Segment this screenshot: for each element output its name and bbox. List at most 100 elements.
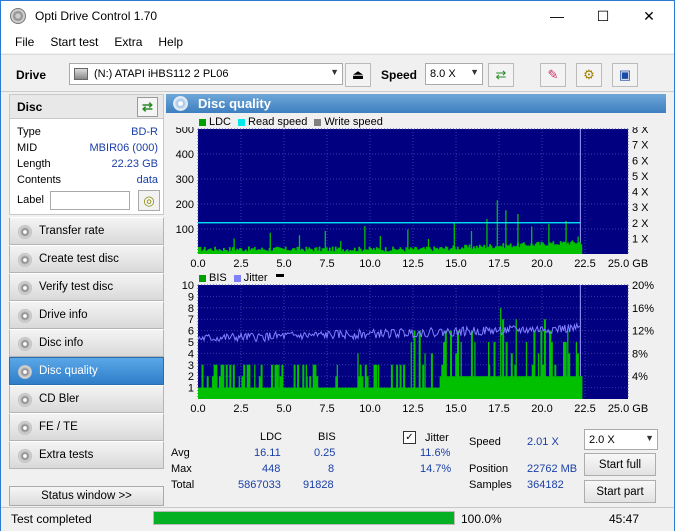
erase-button[interactable]: ✎ bbox=[540, 63, 566, 87]
position-value: 22762 MB bbox=[527, 463, 578, 475]
x-tick-label: 10.0 bbox=[359, 258, 380, 270]
refresh-disc-button[interactable]: ⇄ bbox=[137, 97, 158, 117]
disc-label-input[interactable] bbox=[50, 191, 130, 210]
nav-label: Disc quality bbox=[39, 365, 98, 377]
nav-fe-te[interactable]: FE / TE bbox=[9, 413, 164, 441]
nav-disc-info[interactable]: Disc info bbox=[9, 329, 164, 357]
nav-label: FE / TE bbox=[39, 421, 78, 433]
menu-bar: File Start test Extra Help bbox=[1, 31, 674, 53]
y-tick-label: 100 bbox=[176, 224, 194, 236]
disc-contents-key: Contents bbox=[17, 174, 62, 186]
drive-select[interactable]: (N:) ATAPI iHBS112 2 PL06 ▼ bbox=[69, 63, 343, 85]
x-tick-label: 22.5 bbox=[574, 258, 595, 270]
x-tick-label: 12.5 bbox=[402, 403, 423, 415]
disc-panel-title: Disc bbox=[17, 99, 43, 114]
app-window: Opti Drive Control 1.70 — ☐ ✕ File Start… bbox=[0, 0, 675, 531]
maximize-button[interactable]: ☐ bbox=[580, 1, 626, 31]
nav-cd-bler[interactable]: CD Bler bbox=[9, 385, 164, 413]
y2-tick-label: 4% bbox=[632, 371, 648, 383]
max-bis: 8 bbox=[328, 463, 335, 475]
x-tick-label: 2.5 bbox=[233, 258, 248, 270]
settings-button[interactable]: ⚙ bbox=[576, 63, 602, 87]
panel-header: Disc quality bbox=[166, 94, 666, 113]
save-button[interactable]: ▣ bbox=[612, 63, 638, 87]
sidebar: Disc ⇄ Type BD-R MID MBIR06 (000) Length 22… bbox=[9, 94, 164, 506]
nav-verify-test-disc[interactable]: Verify test disc bbox=[9, 273, 164, 301]
progress-text: 100.0% bbox=[461, 512, 502, 526]
eject-button[interactable]: ⏏ bbox=[345, 63, 371, 87]
app-disc-icon bbox=[10, 8, 26, 24]
y-tick-label: 300 bbox=[176, 174, 194, 186]
nav-create-test-disc[interactable]: Create test disc bbox=[9, 245, 164, 273]
disc-icon: ◎ bbox=[143, 192, 155, 208]
menu-help[interactable]: Help bbox=[150, 35, 191, 49]
speed-stat-label: Speed bbox=[469, 436, 501, 448]
nav-drive-info[interactable]: Drive info bbox=[9, 301, 164, 329]
y-tick-label: 7 bbox=[188, 314, 194, 326]
total-bis: 91828 bbox=[303, 479, 334, 491]
x-tick-label: 12.5 bbox=[402, 258, 423, 270]
x-tick-label: 10.0 bbox=[359, 403, 380, 415]
y-tick-label: 10 bbox=[182, 281, 194, 292]
disc-panel-header: Disc ⇄ bbox=[10, 95, 163, 119]
menu-start-test[interactable]: Start test bbox=[42, 35, 106, 49]
x-tick-label: 0.0 bbox=[190, 258, 205, 270]
y-tick-label: 6 bbox=[188, 326, 194, 338]
max-ldc: 448 bbox=[262, 463, 281, 475]
total-ldc: 5867033 bbox=[238, 479, 281, 491]
window-title: Opti Drive Control 1.70 bbox=[35, 9, 158, 23]
menu-file[interactable]: File bbox=[7, 35, 42, 49]
nav-extra-tests[interactable]: Extra tests bbox=[9, 441, 164, 469]
disc-icon bbox=[18, 393, 32, 407]
nav-label: Disc info bbox=[39, 337, 84, 349]
start-part-button[interactable]: Start part bbox=[584, 480, 656, 503]
y2-tick-label: 5 X bbox=[632, 171, 649, 183]
y2-tick-label: 4 X bbox=[632, 187, 649, 199]
refresh-speed-button[interactable]: ⇄ bbox=[488, 63, 514, 87]
chevron-down-icon: ▼ bbox=[470, 67, 479, 77]
y2-tick-label: 6 X bbox=[632, 155, 649, 167]
jitter-checkbox[interactable]: ✓ bbox=[403, 431, 416, 444]
disc-icon bbox=[18, 309, 32, 323]
y2-tick-label: 16% bbox=[632, 303, 654, 315]
disc-length-key: Length bbox=[17, 158, 51, 170]
x-tick-label: 25.0 GB bbox=[608, 403, 648, 415]
y-tick-label: 5 bbox=[188, 337, 194, 349]
x-tick-label: 7.5 bbox=[319, 258, 334, 270]
status-window-button[interactable]: Status window >> bbox=[9, 486, 164, 506]
close-button[interactable]: ✕ bbox=[626, 1, 672, 31]
y-tick-label: 9 bbox=[188, 291, 194, 303]
jitter-label: Jitter bbox=[425, 432, 449, 444]
disc-quality-panel: Disc quality LDC Read speed Write speed … bbox=[166, 94, 666, 506]
speed-select[interactable]: 8.0 X ▼ bbox=[425, 63, 483, 85]
start-full-button[interactable]: Start full bbox=[584, 453, 656, 476]
minimize-button[interactable]: — bbox=[534, 1, 580, 31]
progress-bar bbox=[153, 511, 455, 525]
x-tick-label: 22.5 bbox=[574, 403, 595, 415]
progress-fill bbox=[154, 512, 454, 524]
total-label: Total bbox=[171, 479, 195, 491]
test-speed-select[interactable]: 2.0 X ▼ bbox=[584, 429, 658, 450]
nav-label: Extra tests bbox=[39, 449, 94, 461]
y-tick-label: 200 bbox=[176, 199, 194, 211]
y-tick-label: 500 bbox=[176, 127, 194, 136]
avg-bis: 0.25 bbox=[314, 447, 336, 459]
disc-type-value: BD-R bbox=[131, 126, 158, 138]
y2-tick-label: 20% bbox=[632, 281, 654, 292]
y2-tick-label: 1 X bbox=[632, 233, 649, 245]
test-speed-value: 2.0 X bbox=[589, 433, 615, 446]
x-tick-label: 5.0 bbox=[276, 258, 291, 270]
nav-label: Create test disc bbox=[39, 253, 119, 265]
samples-value: 364182 bbox=[527, 479, 564, 491]
disc-contents-row: Contents data bbox=[17, 174, 162, 190]
nav-label: CD Bler bbox=[39, 393, 80, 405]
disc-mid-row: MID MBIR06 (000) bbox=[17, 142, 162, 158]
x-tick-label: 25.0 GB bbox=[608, 258, 648, 270]
x-tick-label: 2.5 bbox=[233, 403, 248, 415]
menu-extra[interactable]: Extra bbox=[106, 35, 150, 49]
nav-transfer-rate[interactable]: Transfer rate bbox=[9, 217, 164, 245]
nav-disc-quality[interactable]: Disc quality bbox=[9, 357, 164, 385]
x-tick-label: 7.5 bbox=[319, 403, 334, 415]
disc-label-button[interactable]: ◎ bbox=[138, 190, 160, 211]
disc-icon bbox=[18, 365, 32, 379]
